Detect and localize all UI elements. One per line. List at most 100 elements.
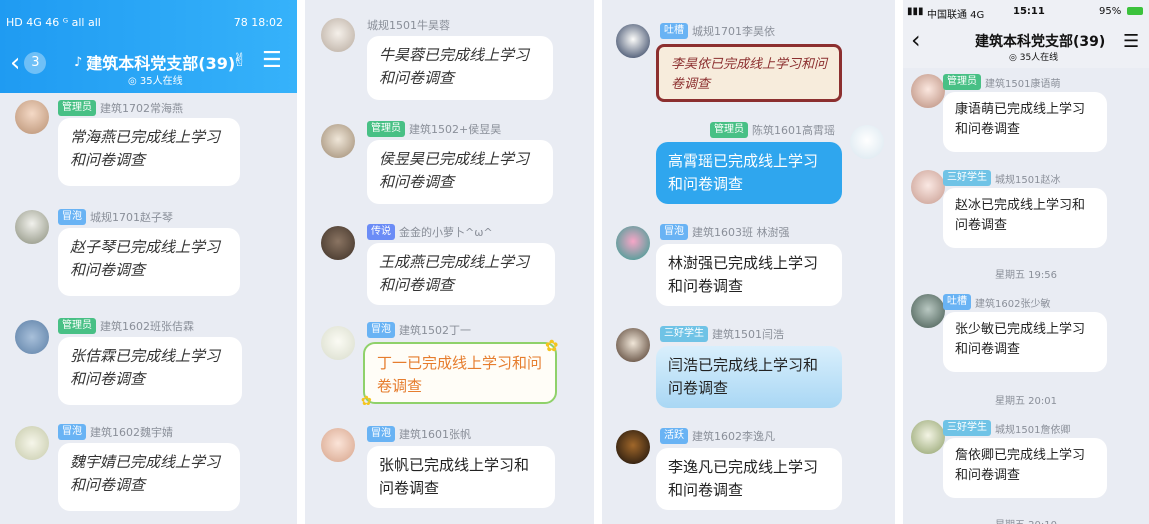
role-badge: 管理员 — [710, 122, 748, 138]
avatar[interactable] — [911, 170, 945, 204]
message-meta: 吐槽 建筑1602张少敏 — [943, 294, 1050, 310]
role-badge: 管理员 — [943, 74, 981, 90]
role-badge: 活跃 — [660, 428, 688, 444]
signal-icon: ▮▮▮ — [907, 6, 924, 17]
online-count-text: 35人在线 — [1019, 53, 1059, 63]
online-count-text: 35人在线 — [139, 76, 183, 87]
role-badge: 管理员 — [58, 318, 96, 334]
role-badge: 三好学生 — [660, 326, 708, 342]
message-meta: 城规1501牛昊蓉 — [367, 17, 450, 33]
chat-title: 建筑本科党支部(39) — [86, 54, 236, 73]
timestamp: 星期五 19:56 — [995, 270, 1057, 281]
sender-name: 建筑1702常海燕 — [100, 102, 183, 115]
message-bubble[interactable]: 牛昊蓉已完成线上学习和问卷调查 — [367, 36, 553, 100]
sender-name: 金金的小萝卜^ω^ — [399, 226, 493, 239]
message-meta: 冒泡 建筑1502丁一 — [367, 322, 471, 338]
message-meta: 管理员 建筑1502+侯昱昊 — [367, 121, 501, 137]
sender-name: 城规1501牛昊蓉 — [367, 19, 450, 32]
message-bubble[interactable]: 詹依卿已完成线上学习和问卷调查 — [943, 438, 1107, 498]
flower-icon: ✿ — [545, 336, 559, 355]
message-meta: 冒泡 建筑1603班 林澍强 — [660, 224, 790, 240]
avatar[interactable] — [15, 320, 49, 354]
avatar[interactable] — [15, 426, 49, 460]
back-button[interactable]: ‹ — [911, 28, 921, 52]
message-meta: 冒泡 建筑1601张帆 — [367, 426, 471, 442]
avatar[interactable] — [321, 326, 355, 360]
message-meta: 传说 金金的小萝卜^ω^ — [367, 224, 493, 240]
avatar[interactable] — [616, 226, 650, 260]
avatar[interactable] — [616, 24, 650, 58]
role-badge: 冒泡 — [58, 424, 86, 440]
timestamp: 星期五 20:01 — [995, 396, 1057, 407]
message-bubble[interactable]: 王成燕已完成线上学习和问卷调查 — [367, 243, 555, 305]
sender-name: 建筑1502+侯昱昊 — [409, 123, 502, 136]
avatar[interactable] — [321, 124, 355, 158]
page-title: 建筑本科党支部(39) — [975, 34, 1106, 50]
avatar[interactable] — [850, 125, 884, 159]
role-badge: 传说 — [367, 224, 395, 240]
message-meta: 冒泡 建筑1602魏宇婧 — [58, 424, 173, 440]
message-meta: 冒泡 城规1701赵子琴 — [58, 209, 173, 225]
avatar[interactable] — [321, 428, 355, 462]
avatar[interactable] — [911, 74, 945, 108]
sender-name: 建筑1602李逸凡 — [692, 430, 775, 443]
battery-text: 95% — [1099, 6, 1122, 17]
avatar[interactable] — [321, 18, 355, 52]
role-badge: 吐槽 — [660, 23, 688, 39]
role-badge: 冒泡 — [660, 224, 688, 240]
message-bubble[interactable]: 闫浩已完成线上学习和问卷调查 — [656, 346, 842, 408]
message-bubble[interactable]: 李昊依已完成线上学习和问卷调查 — [656, 44, 842, 102]
flower-icon: ✿ — [361, 394, 372, 409]
hand-icon[interactable]: ✌ — [232, 50, 247, 71]
back-button[interactable]: ‹ 3 — [10, 48, 47, 78]
status-bar-left: HD 4G 46 ᴳ all all — [6, 16, 101, 29]
audio-icon: ♪ — [74, 54, 83, 70]
message-bubble[interactable]: 侯昱昊已完成线上学习和问卷调查 — [367, 140, 553, 204]
avatar[interactable] — [616, 328, 650, 362]
message-meta: 管理员 建筑1602班张佶霖 — [58, 318, 194, 334]
avatar[interactable] — [911, 294, 945, 328]
role-badge: 冒泡 — [367, 426, 395, 442]
menu-icon[interactable]: ☰ — [262, 50, 282, 72]
online-count: ◎ 35人在线 — [1009, 53, 1059, 63]
role-badge: 吐槽 — [943, 294, 971, 310]
unread-count-badge: 3 — [24, 52, 47, 74]
message-bubble[interactable]: 丁一已完成线上学习和问卷调查 — [363, 342, 557, 404]
message-bubble[interactable]: 常海燕已完成线上学习和问卷调查 — [58, 118, 240, 186]
message-bubble[interactable]: 李逸凡已完成线上学习和问卷调查 — [656, 448, 842, 510]
sender-name: 建筑1501闫浩 — [712, 328, 784, 341]
chat-header: HD 4G 46 ᴳ all all 78 18:02 ‹ 3 ♪ 建筑本科党支… — [0, 0, 297, 93]
role-badge: 冒泡 — [58, 209, 86, 225]
message-bubble[interactable]: 魏宇婧已完成线上学习和问卷调查 — [58, 443, 240, 511]
message-meta: 三好学生 城规1501詹依卿 — [943, 420, 1070, 436]
online-count: ◎ 35人在线 — [128, 76, 183, 87]
sender-name: 建筑1602张少敏 — [975, 298, 1051, 310]
avatar[interactable] — [911, 420, 945, 454]
chevron-left-icon: ‹ — [10, 48, 21, 78]
sender-name: 建筑1601张帆 — [399, 428, 471, 441]
role-badge: 冒泡 — [367, 322, 395, 338]
message-bubble[interactable]: 张帆已完成线上学习和问卷调查 — [367, 446, 555, 508]
message-bubble[interactable]: 张佶霖已完成线上学习和问卷调查 — [58, 337, 242, 405]
avatar[interactable] — [616, 430, 650, 464]
message-bubble[interactable]: 康语萌已完成线上学习和问卷调查 — [943, 92, 1107, 152]
chat-screen-3: 吐槽 城规1701李昊依 李昊依已完成线上学习和问卷调查 管理员 陈筑1601高… — [602, 0, 895, 524]
role-badge: 管理员 — [367, 121, 405, 137]
menu-icon[interactable]: ☰ — [1123, 33, 1139, 51]
message-meta: 吐槽 城规1701李昊依 — [660, 23, 775, 39]
message-bubble[interactable]: 高霄瑶已完成线上学习和问卷调查 — [656, 142, 842, 204]
message-bubble[interactable]: 赵冰已完成线上学习和问卷调查 — [943, 188, 1107, 248]
message-bubble[interactable]: 林澍强已完成线上学习和问卷调查 — [656, 244, 842, 306]
sender-name: 建筑1501康语萌 — [985, 78, 1061, 90]
carrier-text: 中国联通 4G — [927, 10, 985, 21]
battery-icon — [1127, 7, 1143, 15]
message-meta: 三好学生 城规1501赵冰 — [943, 170, 1060, 186]
avatar[interactable] — [15, 100, 49, 134]
clock-text: 15:11 — [1013, 6, 1045, 17]
sender-name: 城规1701李昊依 — [692, 25, 775, 38]
message-bubble[interactable]: 张少敏已完成线上学习和问卷调查 — [943, 312, 1107, 372]
message-bubble[interactable]: 赵子琴已完成线上学习和问卷调查 — [58, 228, 240, 296]
avatar[interactable] — [15, 210, 49, 244]
avatar[interactable] — [321, 226, 355, 260]
message-meta: 三好学生 建筑1501闫浩 — [660, 326, 784, 342]
